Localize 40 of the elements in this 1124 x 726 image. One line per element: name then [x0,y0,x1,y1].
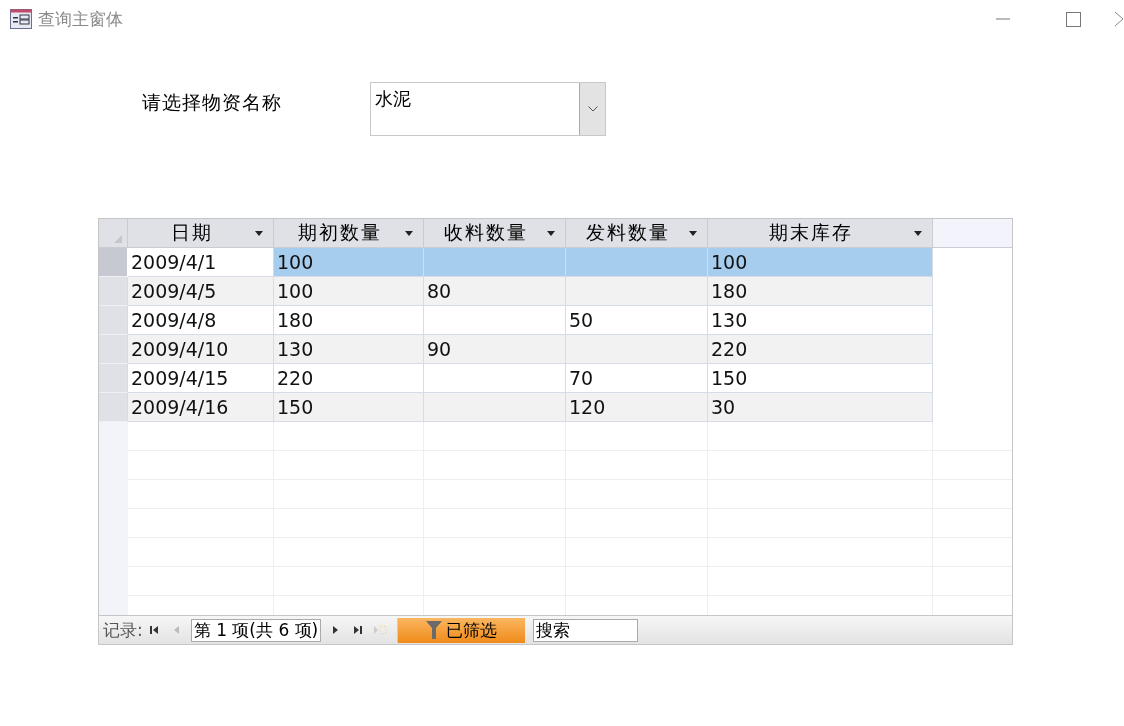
search-field[interactable]: 搜索 [533,618,639,642]
column-header[interactable]: 发料数量 [566,219,708,248]
table-cell: 130 [274,335,424,364]
dropdown-arrow-icon[interactable] [405,230,413,236]
funnel-icon [426,621,443,639]
table-cell: 220 [708,335,933,364]
table-cell: 2009/4/1 [128,248,274,277]
dropdown-arrow-icon[interactable] [914,230,922,236]
table-cell: 80 [424,277,566,306]
dropdown-chevron-icon[interactable] [587,106,598,112]
dropdown-arrow-icon[interactable] [689,230,697,236]
filter-status-button[interactable]: 已筛选 [397,617,526,643]
window-title: 查询主窗体 [38,7,123,31]
table-cell: 100 [274,277,424,306]
table-cell: 2009/4/16 [128,393,274,422]
record-label: 记录: [103,618,143,642]
column-header[interactable]: 期末库存 [708,219,933,248]
close-icon[interactable] [1114,11,1124,27]
column-header[interactable]: 期初数量 [274,219,424,248]
table-cell: 100 [274,248,424,277]
table-cell: 120 [566,393,708,422]
table-cell: 150 [274,393,424,422]
record-position-field[interactable]: 第 1 项(共 6 项) [190,618,322,642]
table-cell: 30 [708,393,933,422]
table-cell: 90 [424,335,566,364]
table-cell: 180 [708,277,933,306]
last-record-icon[interactable] [353,625,364,635]
table-cell: 2009/4/10 [128,335,274,364]
form-icon [10,9,32,29]
field-label: 请选择物资名称 [142,91,283,115]
table-cell: 2009/4/5 [128,277,274,306]
corner-triangle-icon [113,234,123,244]
table-cell: 100 [708,248,933,277]
dropdown-arrow-icon[interactable] [255,230,263,236]
column-header[interactable]: 日期 [128,219,274,248]
dropdown-arrow-icon[interactable] [547,230,555,236]
maximize-icon[interactable] [1065,11,1081,27]
material-combo-box[interactable]: 水泥 [370,82,606,136]
column-header[interactable]: 收料数量 [424,219,566,248]
first-record-icon[interactable] [148,625,159,635]
